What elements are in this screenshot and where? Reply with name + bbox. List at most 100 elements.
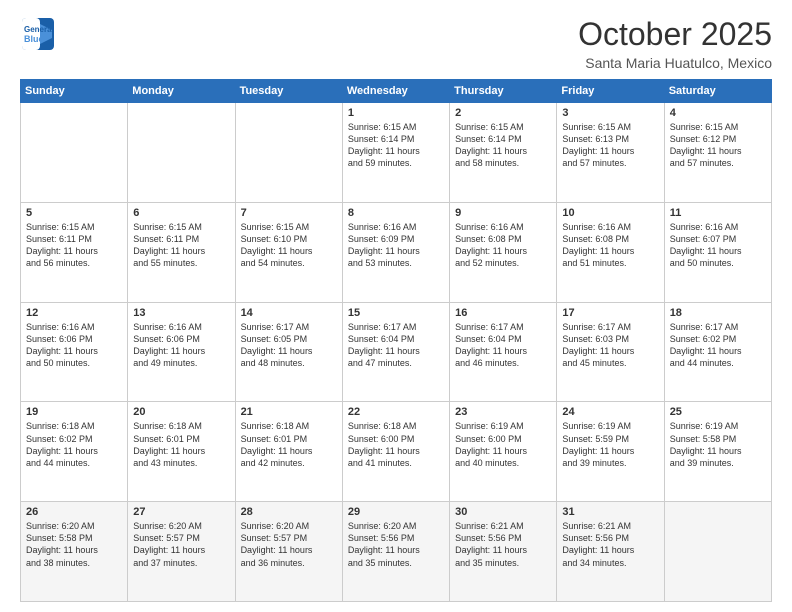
calendar-cell: 9 Sunrise: 6:16 AMSunset: 6:08 PMDaylight… (450, 202, 557, 302)
day-info: Sunrise: 6:15 AMSunset: 6:14 PMDaylight:… (348, 121, 444, 170)
weekday-header-sunday: Sunday (21, 80, 128, 103)
day-number: 21 (241, 406, 337, 418)
calendar-table: SundayMondayTuesdayWednesdayThursdayFrid… (20, 79, 772, 602)
day-info: Sunrise: 6:20 AMSunset: 5:56 PMDaylight:… (348, 520, 444, 569)
day-number: 15 (348, 307, 444, 319)
day-info: Sunrise: 6:15 AMSunset: 6:14 PMDaylight:… (455, 121, 551, 170)
calendar-cell (21, 103, 128, 203)
day-info: Sunrise: 6:21 AMSunset: 5:56 PMDaylight:… (455, 520, 551, 569)
day-number: 13 (133, 307, 229, 319)
calendar-cell: 2 Sunrise: 6:15 AMSunset: 6:14 PMDaylight… (450, 103, 557, 203)
header: General Blue October 2025 Santa Maria Hu… (20, 16, 772, 71)
day-info: Sunrise: 6:15 AMSunset: 6:13 PMDaylight:… (562, 121, 658, 170)
calendar-cell: 22Sunrise: 6:18 AMSunset: 6:00 PMDayligh… (342, 402, 449, 502)
calendar-cell: 23 Sunrise: 6:19 AMSunset: 6:00 PMDayligh… (450, 402, 557, 502)
day-info: Sunrise: 6:16 AMSunset: 6:08 PMDaylight:… (455, 221, 551, 270)
calendar-cell: 10 Sunrise: 6:16 AMSunset: 6:08 PMDayligh… (557, 202, 664, 302)
calendar-cell: 15 Sunrise: 6:17 AMSunset: 6:04 PMDayligh… (342, 302, 449, 402)
calendar-cell: 31 Sunrise: 6:21 AMSunset: 5:56 PMDayligh… (557, 502, 664, 602)
day-info: Sunrise: 6:19 AMSunset: 6:00 PMDaylight:… (455, 420, 551, 469)
calendar-cell (664, 502, 771, 602)
calendar-cell: 14 Sunrise: 6:17 AMSunset: 6:05 PMDayligh… (235, 302, 342, 402)
day-number: 10 (562, 207, 658, 219)
day-number: 1 (348, 107, 444, 119)
week-row-4: 26 Sunrise: 6:20 AMSunset: 5:58 PMDayligh… (21, 502, 772, 602)
calendar-cell: 30 Sunrise: 6:21 AMSunset: 5:56 PMDayligh… (450, 502, 557, 602)
day-number: 16 (455, 307, 551, 319)
day-info: Sunrise: 6:20 AMSunset: 5:57 PMDaylight:… (241, 520, 337, 569)
day-number: 12 (26, 307, 122, 319)
day-info: Sunrise: 6:18 AMSunset: 6:01 PMDaylight:… (241, 420, 337, 469)
day-info: Sunrise: 6:15 AMSunset: 6:12 PMDaylight:… (670, 121, 766, 170)
day-info: Sunrise: 6:18 AMSunset: 6:02 PMDaylight:… (26, 420, 122, 469)
day-info: Sunrise: 6:16 AMSunset: 6:07 PMDaylight:… (670, 221, 766, 270)
weekday-header-monday: Monday (128, 80, 235, 103)
calendar-cell: 25 Sunrise: 6:19 AMSunset: 5:58 PMDayligh… (664, 402, 771, 502)
day-info: Sunrise: 6:19 AMSunset: 5:58 PMDaylight:… (670, 420, 766, 469)
day-info: Sunrise: 6:17 AMSunset: 6:04 PMDaylight:… (348, 321, 444, 370)
calendar-cell: 26 Sunrise: 6:20 AMSunset: 5:58 PMDayligh… (21, 502, 128, 602)
day-number: 9 (455, 207, 551, 219)
day-info: Sunrise: 6:21 AMSunset: 5:56 PMDaylight:… (562, 520, 658, 569)
logo: General Blue (20, 16, 56, 52)
calendar-cell: 29 Sunrise: 6:20 AMSunset: 5:56 PMDayligh… (342, 502, 449, 602)
day-info: Sunrise: 6:16 AMSunset: 6:08 PMDaylight:… (562, 221, 658, 270)
day-info: Sunrise: 6:20 AMSunset: 5:57 PMDaylight:… (133, 520, 229, 569)
day-number: 27 (133, 506, 229, 518)
location: Santa Maria Huatulco, Mexico (578, 55, 772, 71)
calendar-cell: 27 Sunrise: 6:20 AMSunset: 5:57 PMDayligh… (128, 502, 235, 602)
title-area: October 2025 Santa Maria Huatulco, Mexic… (578, 16, 772, 71)
day-number: 30 (455, 506, 551, 518)
week-row-0: 1 Sunrise: 6:15 AMSunset: 6:14 PMDaylight… (21, 103, 772, 203)
calendar-cell: 3 Sunrise: 6:15 AMSunset: 6:13 PMDaylight… (557, 103, 664, 203)
day-info: Sunrise: 6:15 AMSunset: 6:11 PMDaylight:… (133, 221, 229, 270)
day-info: Sunrise: 6:18 AMSunset: 6:00 PMDaylight:… (348, 420, 444, 469)
day-number: 26 (26, 506, 122, 518)
calendar-cell: 12Sunrise: 6:16 AMSunset: 6:06 PMDayligh… (21, 302, 128, 402)
day-number: 19 (26, 406, 122, 418)
calendar-cell: 5Sunrise: 6:15 AMSunset: 6:11 PMDaylight… (21, 202, 128, 302)
day-info: Sunrise: 6:16 AMSunset: 6:06 PMDaylight:… (133, 321, 229, 370)
calendar-cell: 19 Sunrise: 6:18 AMSunset: 6:02 PMDayligh… (21, 402, 128, 502)
calendar-cell: 21 Sunrise: 6:18 AMSunset: 6:01 PMDayligh… (235, 402, 342, 502)
day-number: 4 (670, 107, 766, 119)
day-number: 18 (670, 307, 766, 319)
day-info: Sunrise: 6:17 AMSunset: 6:03 PMDaylight:… (562, 321, 658, 370)
day-info: Sunrise: 6:15 AMSunset: 6:10 PMDaylight:… (241, 221, 337, 270)
svg-text:Blue: Blue (24, 34, 44, 44)
day-info: Sunrise: 6:17 AMSunset: 6:04 PMDaylight:… (455, 321, 551, 370)
day-number: 31 (562, 506, 658, 518)
calendar-cell (128, 103, 235, 203)
day-number: 23 (455, 406, 551, 418)
day-number: 29 (348, 506, 444, 518)
weekday-header-row: SundayMondayTuesdayWednesdayThursdayFrid… (21, 80, 772, 103)
day-number: 25 (670, 406, 766, 418)
day-info: Sunrise: 6:17 AMSunset: 6:02 PMDaylight:… (670, 321, 766, 370)
calendar-cell: 7Sunrise: 6:15 AMSunset: 6:10 PMDaylight… (235, 202, 342, 302)
page: General Blue October 2025 Santa Maria Hu… (0, 0, 792, 612)
weekday-header-tuesday: Tuesday (235, 80, 342, 103)
day-info: Sunrise: 6:17 AMSunset: 6:05 PMDaylight:… (241, 321, 337, 370)
calendar-cell: 4 Sunrise: 6:15 AMSunset: 6:12 PMDaylight… (664, 103, 771, 203)
calendar-cell: 18 Sunrise: 6:17 AMSunset: 6:02 PMDayligh… (664, 302, 771, 402)
calendar-cell: 28 Sunrise: 6:20 AMSunset: 5:57 PMDayligh… (235, 502, 342, 602)
calendar-cell: 20Sunrise: 6:18 AMSunset: 6:01 PMDayligh… (128, 402, 235, 502)
day-info: Sunrise: 6:15 AMSunset: 6:11 PMDaylight:… (26, 221, 122, 270)
day-info: Sunrise: 6:20 AMSunset: 5:58 PMDaylight:… (26, 520, 122, 569)
logo-icon: General Blue (20, 16, 56, 52)
day-number: 2 (455, 107, 551, 119)
day-number: 24 (562, 406, 658, 418)
day-number: 28 (241, 506, 337, 518)
day-info: Sunrise: 6:18 AMSunset: 6:01 PMDaylight:… (133, 420, 229, 469)
calendar-cell: 11Sunrise: 6:16 AMSunset: 6:07 PMDayligh… (664, 202, 771, 302)
calendar-cell (235, 103, 342, 203)
day-number: 17 (562, 307, 658, 319)
calendar-cell: 1 Sunrise: 6:15 AMSunset: 6:14 PMDaylight… (342, 103, 449, 203)
week-row-2: 12 Sunrise: 6:16 AMSunset: 6:06 PMDayligh… (21, 302, 772, 402)
weekday-header-friday: Friday (557, 80, 664, 103)
calendar-cell: 8Sunrise: 6:16 AMSunset: 6:09 PMDaylight… (342, 202, 449, 302)
day-number: 14 (241, 307, 337, 319)
calendar-cell: 17 Sunrise: 6:17 AMSunset: 6:03 PMDayligh… (557, 302, 664, 402)
week-row-1: 5Sunrise: 6:15 AMSunset: 6:11 PMDaylight… (21, 202, 772, 302)
day-number: 3 (562, 107, 658, 119)
